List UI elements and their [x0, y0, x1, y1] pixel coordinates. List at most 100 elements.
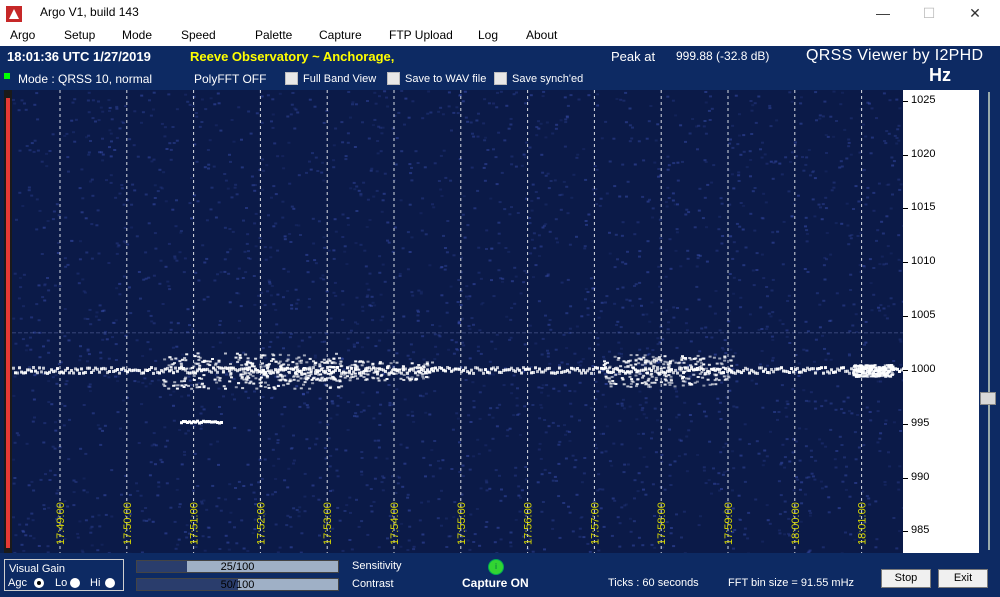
noise-speck	[892, 303, 896, 306]
noise-speck	[476, 189, 480, 192]
noise-speck	[554, 237, 558, 240]
noise-speck	[464, 90, 467, 93]
exit-button[interactable]: Exit	[938, 569, 988, 588]
menu-ftp-upload[interactable]: FTP Upload	[389, 28, 453, 42]
noise-speck	[62, 424, 66, 427]
signal-dot	[252, 382, 256, 385]
noise-speck	[562, 180, 566, 183]
noise-speck	[528, 324, 532, 327]
signal-dot	[788, 371, 791, 374]
vertical-slider[interactable]	[979, 90, 1000, 553]
noise-speck	[271, 493, 275, 496]
menu-log[interactable]: Log	[478, 28, 498, 42]
noise-speck	[790, 100, 794, 103]
signal-dot	[662, 366, 666, 369]
maximize-button[interactable]: ☐	[906, 0, 952, 27]
noise-speck	[418, 394, 422, 397]
noise-speck	[216, 440, 220, 443]
noise-speck	[807, 149, 811, 151]
noise-speck	[334, 230, 338, 233]
noise-speck	[440, 294, 444, 297]
signal-dot	[200, 377, 204, 380]
noise-speck	[242, 219, 245, 222]
signal-dot	[649, 373, 653, 376]
faint-line-dot	[528, 332, 532, 334]
noise-speck	[311, 280, 315, 283]
signal-dot	[670, 379, 673, 382]
menu-speed[interactable]: Speed	[181, 28, 216, 42]
noise-speck	[766, 364, 770, 367]
noise-speck	[866, 186, 870, 189]
noise-speck	[737, 174, 741, 177]
noise-speck	[465, 285, 469, 288]
noise-speck	[616, 287, 620, 290]
stop-button[interactable]: Stop	[881, 569, 931, 588]
menu-about[interactable]: About	[526, 28, 557, 42]
noise-speck	[424, 411, 428, 414]
noise-speck	[548, 230, 552, 233]
noise-speck	[353, 415, 356, 418]
menu-palette[interactable]: Palette	[255, 28, 292, 42]
slider-thumb[interactable]	[980, 392, 996, 405]
noise-speck	[25, 145, 29, 147]
noise-speck	[114, 343, 118, 346]
noise-speck	[363, 249, 367, 252]
noise-speck	[190, 217, 193, 220]
noise-speck	[777, 411, 781, 413]
noise-speck	[152, 322, 156, 325]
lo-radio[interactable]	[70, 578, 80, 588]
menu-setup[interactable]: Setup	[64, 28, 95, 42]
faint-line-dot	[150, 332, 154, 334]
signal-dot	[80, 367, 83, 371]
signal-dot	[16, 371, 19, 375]
noise-speck	[674, 249, 678, 252]
full-band-view-checkbox[interactable]	[285, 72, 298, 85]
signal-dot	[871, 373, 875, 376]
noise-speck	[548, 472, 552, 474]
noise-speck	[184, 93, 188, 96]
signal-dot	[285, 360, 289, 363]
menu-argo[interactable]: Argo	[10, 28, 35, 42]
save-synched-checkbox[interactable]	[494, 72, 507, 85]
minimize-button[interactable]: —	[860, 0, 906, 27]
waterfall-display[interactable]: 17:49:00 17:50:00 17:51:00 17:52:00 17:53:00…	[12, 90, 903, 553]
noise-speck	[884, 423, 887, 425]
noise-speck	[390, 420, 394, 423]
noise-speck	[671, 199, 675, 202]
noise-speck	[27, 186, 31, 189]
noise-speck	[394, 163, 398, 166]
noise-speck	[888, 465, 892, 468]
noise-speck	[417, 289, 421, 292]
noise-speck	[620, 506, 624, 509]
noise-speck	[314, 262, 318, 265]
polyfft-label[interactable]: PolyFFT OFF	[194, 72, 266, 86]
close-button[interactable]: ✕	[952, 0, 998, 27]
save-wav-checkbox[interactable]	[387, 72, 400, 85]
noise-speck	[373, 91, 377, 94]
noise-speck	[686, 329, 689, 332]
sensitivity-bar[interactable]: 25/100	[136, 560, 339, 573]
noise-speck	[421, 117, 425, 120]
noise-speck	[685, 470, 689, 473]
hi-radio[interactable]	[105, 578, 115, 588]
noise-speck	[118, 293, 122, 296]
noise-speck	[477, 452, 481, 455]
noise-speck	[887, 451, 890, 454]
noise-speck	[326, 423, 330, 426]
noise-speck	[644, 397, 648, 400]
noise-speck	[271, 113, 275, 116]
noise-speck	[340, 357, 344, 360]
signal-dot	[314, 369, 318, 371]
noise-speck	[118, 127, 122, 130]
menu-mode[interactable]: Mode	[122, 28, 152, 42]
noise-speck	[629, 530, 633, 533]
noise-speck	[761, 464, 765, 467]
noise-speck	[845, 202, 849, 205]
agc-radio[interactable]	[34, 578, 44, 588]
noise-speck	[531, 183, 535, 186]
menu-capture[interactable]: Capture	[319, 28, 362, 42]
noise-speck	[369, 505, 373, 507]
signal-dot	[395, 361, 399, 364]
contrast-bar[interactable]: 50/100	[136, 578, 339, 591]
noise-speck	[110, 515, 114, 518]
